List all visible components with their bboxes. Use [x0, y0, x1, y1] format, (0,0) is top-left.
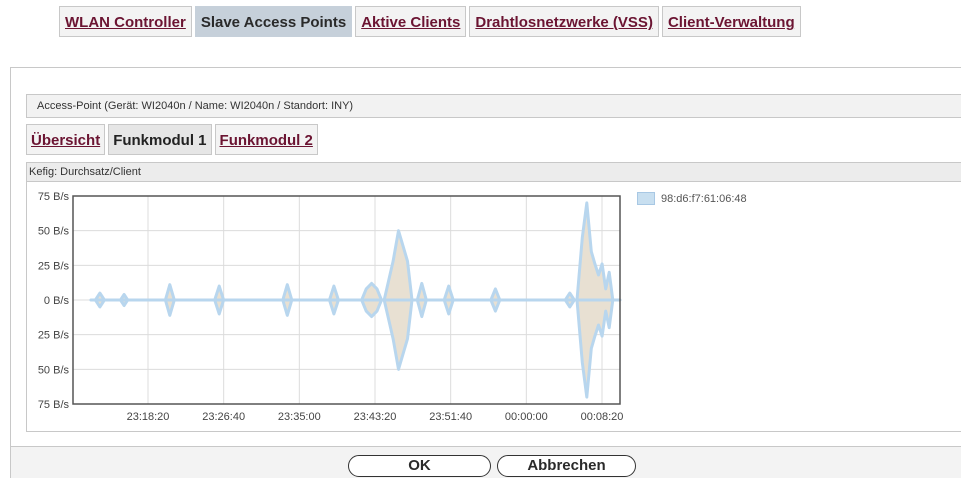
tab-uebersicht[interactable]: Übersicht	[26, 124, 106, 155]
x-tick-label: 23:43:20	[354, 411, 397, 423]
x-tick-label: 23:35:00	[278, 411, 321, 423]
x-tick-label: 00:00:00	[505, 411, 548, 423]
y-tick-label: 50 B/s	[38, 226, 70, 238]
ok-button[interactable]: OK	[348, 455, 491, 477]
x-tick-label: 00:08:20	[581, 411, 624, 423]
tab-client-verwaltung[interactable]: Client-Verwaltung	[661, 6, 801, 37]
y-tick-label: 75 B/s	[38, 191, 70, 203]
x-tick-label: 23:51:40	[429, 411, 472, 423]
x-tick-label: 23:18:20	[127, 411, 170, 423]
chart-legend: 98:d6:f7:61:06:48	[637, 192, 747, 205]
y-tick-label: 25 B/s	[38, 260, 70, 272]
tab-funkmodul-2[interactable]: Funkmodul 2	[214, 124, 318, 155]
tab-drahtlosnetzwerke[interactable]: Drahtlosnetzwerke (VSS)	[469, 6, 659, 37]
tab-slave-access-points[interactable]: Slave Access Points	[194, 6, 353, 37]
chart-area: 75 B/s 50 B/s 25 B/s 0 B/s 25 B/s 50 B/s 75 B/…	[26, 182, 961, 432]
throughput-chart: 75 B/s 50 B/s 25 B/s 0 B/s 25 B/s 50 B/s 75 B/…	[38, 191, 624, 423]
y-tick-label: 50 B/s	[38, 364, 70, 376]
y-tick-label: 0 B/s	[44, 295, 70, 307]
y-tick-label: 75 B/s	[38, 399, 70, 411]
top-tab-bar: WLAN Controller Slave Access Points Akti…	[59, 6, 801, 37]
x-tick-label: 23:26:40	[202, 411, 245, 423]
sub-tab-bar: Übersicht Funkmodul 1 Funkmodul 2	[26, 124, 318, 155]
legend-swatch	[637, 192, 655, 205]
tab-wlan-controller[interactable]: WLAN Controller	[59, 6, 192, 37]
chart-header: Kefig: Durchsatz/Client	[26, 162, 961, 182]
legend-label: 98:d6:f7:61:06:48	[661, 192, 747, 205]
section-title: Access-Point (Gerät: WI2040n / Name: WI2…	[26, 94, 961, 118]
cancel-button[interactable]: Abbrechen	[497, 455, 636, 477]
y-tick-label: 25 B/s	[38, 330, 70, 342]
tab-aktive-clients[interactable]: Aktive Clients	[355, 6, 467, 37]
tab-funkmodul-1[interactable]: Funkmodul 1	[108, 124, 212, 155]
